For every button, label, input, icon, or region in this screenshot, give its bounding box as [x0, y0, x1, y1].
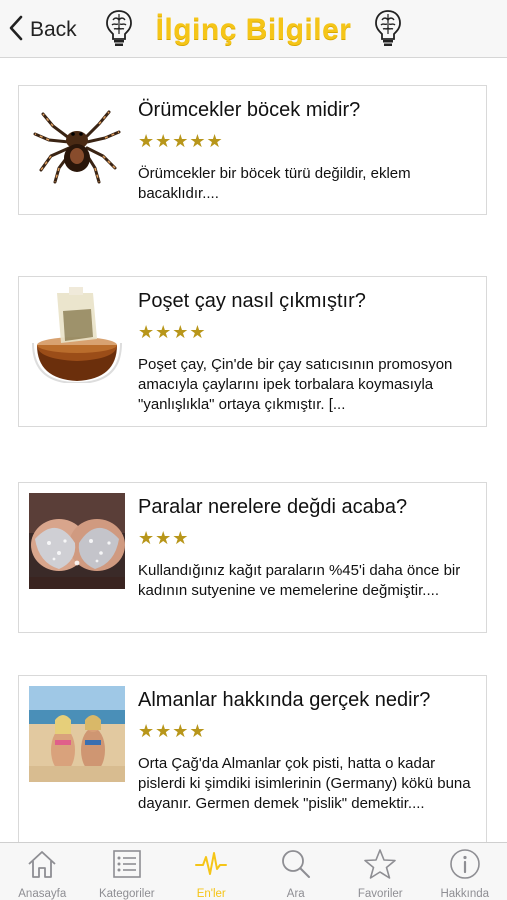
page-title: İlginç Bilgiler [155, 13, 352, 46]
tab-favoriler[interactable]: Favoriler [338, 843, 423, 900]
info-icon [449, 848, 481, 885]
list-icon [111, 848, 143, 885]
home-icon [26, 848, 58, 885]
article-card[interactable]: Örümcekler böcek midir? ★★★★★ Örümcekler… [18, 85, 487, 215]
rating-stars: ★★★★ [138, 721, 207, 741]
tab-hakkinda[interactable]: Hakkında [423, 843, 507, 900]
article-title: Paralar nerelere değdi acaba? [138, 496, 408, 518]
article-title: Poşet çay nasıl çıkmıştır? [138, 290, 366, 312]
title-group: İlginç Bilgiler [0, 6, 507, 54]
article-card[interactable]: Almanlar hakkında gerçek nedir? ★★★★ Ort… [18, 675, 487, 842]
tea-bag-image [29, 287, 125, 383]
tab-anasayfa[interactable]: Anasayfa [0, 843, 85, 900]
article-excerpt: Poşet çay, Çin'de bir çay satıcısının pr… [138, 356, 453, 413]
article-excerpt: Orta Çağ'da Almanlar çok pisti, hatta o … [138, 755, 471, 812]
article-excerpt: Kullandığınız kağıt paraların %45'i daha… [138, 562, 461, 599]
tab-label: Favoriler [357, 888, 403, 900]
star-icon [364, 848, 397, 885]
tab-label: Ara [286, 888, 305, 900]
article-card[interactable]: Paralar nerelere değdi acaba? ★★★ Kullan… [18, 482, 487, 633]
jeweled-bra-image [29, 493, 125, 589]
search-icon [280, 848, 312, 885]
article-card[interactable]: Poşet çay nasıl çıkmıştır? ★★★★ Poşet ça… [18, 276, 487, 427]
rating-stars: ★★★★ [138, 322, 207, 342]
brain-bulb-icon [104, 8, 134, 53]
article-title: Örümcekler böcek midir? [138, 99, 361, 121]
tab-label: Hakkında [440, 888, 490, 900]
tab-label: En'ler [196, 888, 226, 900]
spider-image [29, 96, 125, 192]
tab-kategoriler[interactable]: Kategoriler [85, 843, 170, 900]
rating-stars: ★★★ [138, 528, 190, 548]
article-excerpt: Örümcekler bir böcek türü değildir, ekle… [138, 165, 411, 202]
tab-ara[interactable]: Ara [254, 843, 339, 900]
tab-bar: Anasayfa Kategoriler En'ler Ara Favorile… [0, 842, 507, 900]
tab-label: Kategoriler [98, 888, 155, 900]
article-feed[interactable]: Örümcekler böcek midir? ★★★★★ Örümcekler… [0, 58, 507, 842]
beach-image [29, 686, 125, 782]
tab-label: Anasayfa [18, 888, 67, 900]
heartbeat-icon [195, 848, 228, 885]
article-title: Almanlar hakkında gerçek nedir? [138, 689, 431, 711]
tab-enler[interactable]: En'ler [169, 843, 254, 900]
brain-bulb-icon [373, 8, 403, 53]
nav-bar: Back İlginç Bilgiler [0, 0, 507, 58]
rating-stars: ★★★★★ [138, 131, 224, 151]
